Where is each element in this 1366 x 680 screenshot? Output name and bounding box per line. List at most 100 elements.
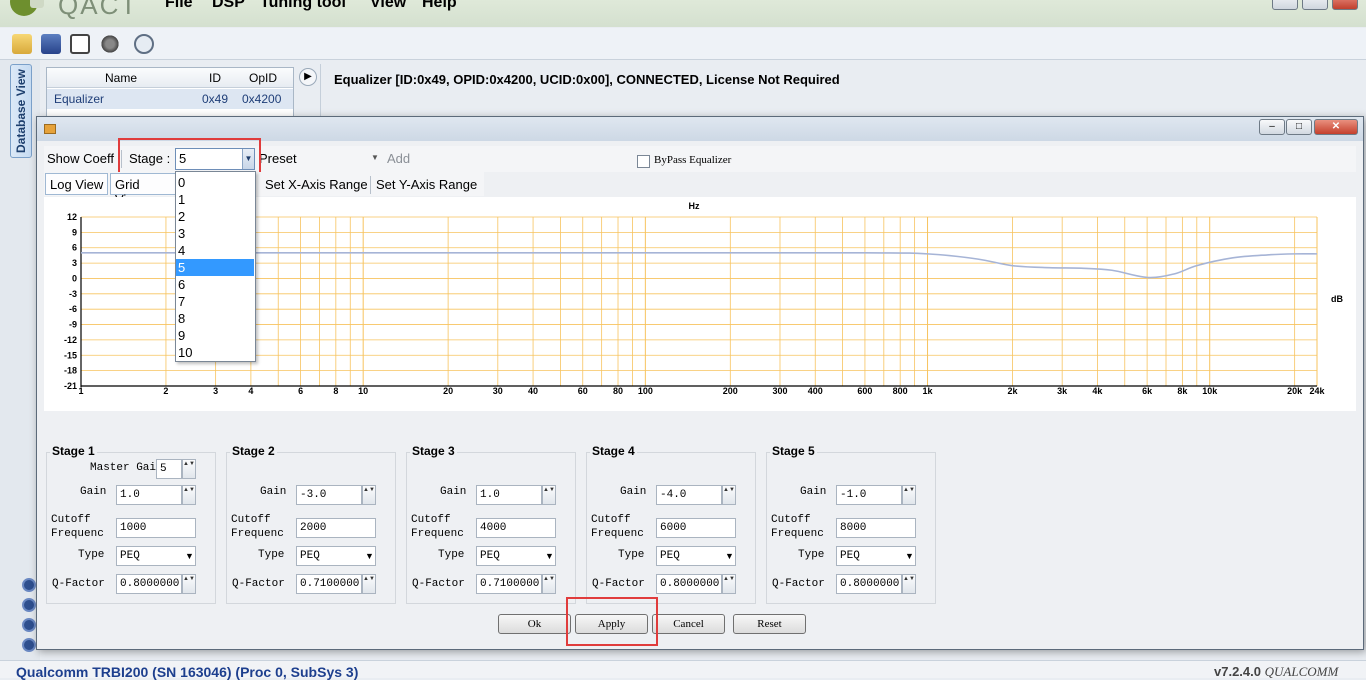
type-chevron-down-icon[interactable]: ▼ [545,551,554,561]
stage-option[interactable]: 8 [176,310,254,327]
gain-input[interactable]: 1.0 [476,485,542,505]
grid-header-id[interactable]: ID [209,71,221,85]
x-tick-label: 20 [443,386,453,396]
cutoff-label: Frequenc [411,528,464,540]
app-minimize-button[interactable] [1272,0,1298,10]
side-node-icon [22,578,36,592]
stage-option[interactable]: 6 [176,276,254,293]
expand-chevron-icon[interactable]: ▶ [299,68,317,86]
q-factor-label: Q-Factor [232,578,285,590]
cutoff-frequency-input[interactable]: 1000 [116,518,196,538]
grid-header-opid[interactable]: OpID [249,71,277,85]
grid-view-button[interactable]: Grid View [110,173,176,207]
q-factor-stepper[interactable]: ▲▼ [902,574,916,594]
ok-button[interactable]: Ok [498,614,571,634]
x-tick-label: 20k [1287,386,1303,396]
gain-stepper[interactable]: ▲▼ [362,485,376,505]
database-view-tab[interactable]: Database View [10,64,32,158]
stage-option[interactable]: 2 [176,208,254,225]
stage-option[interactable]: 4 [176,242,254,259]
menu-view[interactable]: View [370,0,406,12]
gain-input[interactable]: 1.0 [116,485,182,505]
bypass-equalizer-checkbox[interactable] [637,155,650,168]
type-chevron-down-icon[interactable]: ▼ [725,551,734,561]
x-tick-label: 100 [638,386,653,396]
close-database-icon[interactable] [70,34,90,54]
brand-logo: QUALCOMM [1264,664,1339,679]
grid-cell-name: Equalizer [54,92,105,106]
type-chevron-down-icon[interactable]: ▼ [185,551,194,561]
q-factor-input[interactable]: 0.7100000 [476,574,542,594]
app-close-button[interactable] [1332,0,1358,10]
stage-title: Stage 2 [230,444,277,458]
stage-option[interactable]: 3 [176,225,254,242]
preset-chevron-down-icon[interactable]: ▼ [371,153,379,162]
set-x-axis-range-button[interactable]: Set X-Axis Range [265,177,368,192]
gain-input[interactable]: -4.0 [656,485,722,505]
menu-dsp[interactable]: DSP [212,0,245,12]
stage-option[interactable]: 5 [176,259,254,276]
x-tick-label: 8 [333,386,338,396]
stage-option[interactable]: 10 [176,344,254,361]
cutoff-frequency-input[interactable]: 2000 [296,518,376,538]
q-factor-input[interactable]: 0.7100000 [296,574,362,594]
y-tick-label: -3 [69,289,77,299]
reset-button[interactable]: Reset [733,614,806,634]
cutoff-frequency-input[interactable]: 4000 [476,518,556,538]
cutoff-label: Frequenc [591,528,644,540]
set-y-axis-range-button[interactable]: Set Y-Axis Range [376,177,477,192]
pane-divider [320,64,321,120]
dialog-minimize-button[interactable]: – [1259,119,1285,135]
type-chevron-down-icon[interactable]: ▼ [365,551,374,561]
gain-stepper[interactable]: ▲▼ [902,485,916,505]
x-tick-label: 300 [772,386,787,396]
show-coeff-button[interactable]: Show Coeff [47,151,114,166]
x-tick-label: 200 [723,386,738,396]
stage-option[interactable]: 0 [176,174,254,191]
master-gain-stepper[interactable]: ▲▼ [182,459,196,479]
settings-gear-icon[interactable] [100,34,120,54]
cutoff-label: Frequenc [231,528,284,540]
timer-icon[interactable] [134,34,154,54]
q-factor-stepper[interactable]: ▲▼ [182,574,196,594]
add-preset-button[interactable]: Add [387,151,410,166]
log-view-button[interactable]: Log View [45,173,109,195]
cutoff-frequency-input[interactable]: 6000 [656,518,736,538]
q-factor-input[interactable]: 0.8000000 [116,574,182,594]
q-factor-stepper[interactable]: ▲▼ [542,574,556,594]
master-gain-input[interactable]: 5 [156,459,182,479]
gain-stepper[interactable]: ▲▼ [542,485,556,505]
grid-header-name[interactable]: Name [105,71,137,85]
menu-help[interactable]: Help [422,0,457,12]
stage-option[interactable]: 7 [176,293,254,310]
x-tick-label: 1k [923,386,934,396]
q-factor-stepper[interactable]: ▲▼ [722,574,736,594]
stage-option[interactable]: 1 [176,191,254,208]
gain-stepper[interactable]: ▲▼ [182,485,196,505]
gain-input[interactable]: -3.0 [296,485,362,505]
preset-select[interactable]: Preset [259,151,297,166]
dialog-close-button[interactable]: ✕ [1314,119,1358,135]
gain-stepper[interactable]: ▲▼ [722,485,736,505]
cutoff-label: Cutoff [51,514,91,526]
menu-file[interactable]: File [165,0,193,12]
type-select[interactable]: PEQ [656,546,736,566]
type-select[interactable]: PEQ [296,546,376,566]
dialog-maximize-button[interactable]: □ [1286,119,1312,135]
gain-input[interactable]: -1.0 [836,485,902,505]
q-factor-stepper[interactable]: ▲▼ [362,574,376,594]
type-select[interactable]: PEQ [116,546,196,566]
cancel-button[interactable]: Cancel [652,614,725,634]
type-chevron-down-icon[interactable]: ▼ [905,551,914,561]
save-icon[interactable] [41,34,61,54]
app-maximize-button[interactable] [1302,0,1328,10]
open-folder-icon[interactable] [12,34,32,54]
q-factor-input[interactable]: 0.8000000 [656,574,722,594]
menu-tuning-tool[interactable]: Tuning tool [260,0,346,12]
cutoff-frequency-input[interactable]: 8000 [836,518,916,538]
type-select[interactable]: PEQ [836,546,916,566]
stage-option[interactable]: 9 [176,327,254,344]
type-select[interactable]: PEQ [476,546,556,566]
q-factor-input[interactable]: 0.8000000 [836,574,902,594]
y-tick-label: 3 [72,258,77,268]
